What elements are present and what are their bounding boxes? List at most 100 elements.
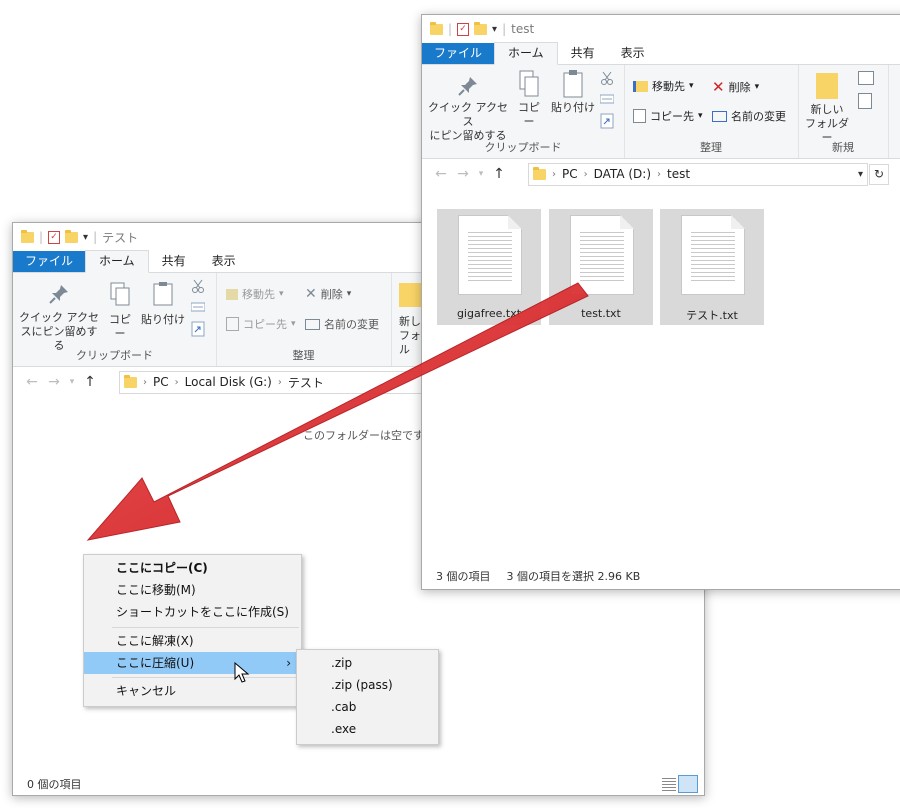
properties-check-icon[interactable]: ✓ — [48, 230, 61, 244]
properties-check-icon[interactable]: ✓ — [457, 22, 470, 36]
clipboard-group: クイック アクセスにピン留めする コピー 貼り付け クリップボード — [13, 273, 217, 366]
compress-submenu: .zip .zip (pass) .cab .exe — [296, 649, 439, 745]
status-bar: 3 個の項目 3 個の項目を選択 2.96 KB — [422, 565, 900, 587]
text-file-icon — [458, 215, 522, 295]
item-count: 0 個の項目 — [27, 778, 82, 791]
back-arrow-icon[interactable]: ← — [21, 374, 43, 390]
move-to-icon — [226, 288, 238, 300]
menu-move-here[interactable]: ここに移動(M) — [84, 579, 301, 601]
menu-compress-here[interactable]: ここに圧縮(U) › — [84, 652, 301, 674]
copy-to-button[interactable]: コピー先 ▾ — [633, 108, 703, 124]
move-to-button[interactable]: 移動先 ▾ — [633, 78, 694, 94]
tab-file[interactable]: ファイル — [13, 251, 86, 272]
paste-icon — [563, 70, 583, 98]
move-to-button[interactable]: 移動先 ▾ — [226, 286, 284, 302]
paste-button[interactable]: 貼り付け — [140, 281, 186, 327]
organize-group: 移動先 ▾ コピー先 ▾ ✕ 削除 ▾ 名前の変更 整理 — [216, 273, 392, 366]
submenu-zip-pass[interactable]: .zip (pass) — [297, 674, 438, 696]
forward-arrow-icon[interactable]: → — [452, 166, 474, 182]
breadcrumb-folder[interactable]: テスト — [288, 374, 324, 391]
copy-path-icon[interactable] — [599, 93, 615, 108]
cut-icon[interactable] — [600, 71, 614, 88]
delete-button[interactable]: ✕ 削除 ▾ — [712, 78, 759, 96]
new-folder-quick-icon[interactable] — [65, 229, 79, 243]
copy-to-button[interactable]: コピー先 ▾ — [226, 316, 296, 332]
quick-access-dropdown-icon[interactable]: ▾ — [492, 24, 497, 35]
file-item[interactable]: gigafree.txt — [437, 209, 541, 325]
file-item[interactable]: テスト.txt — [660, 209, 764, 325]
text-file-icon — [570, 215, 634, 295]
text-file-icon — [681, 215, 745, 295]
mouse-cursor-icon — [234, 662, 250, 683]
breadcrumb-pc[interactable]: PC — [562, 167, 578, 181]
new-folder-button[interactable]: 新しい フォルダー — [802, 73, 852, 145]
tab-home[interactable]: ホーム — [85, 250, 149, 273]
tab-view[interactable]: 表示 — [608, 43, 658, 64]
submenu-cab[interactable]: .cab — [297, 696, 438, 718]
menu-cancel[interactable]: キャンセル — [84, 680, 301, 702]
pin-quick-access-button[interactable]: クイック アクセス にピン留めする — [426, 75, 510, 143]
submenu-exe[interactable]: .exe — [297, 718, 438, 740]
address-dropdown-icon[interactable]: ▾ — [858, 169, 863, 180]
up-arrow-icon[interactable]: ↑ — [488, 166, 510, 182]
rename-button[interactable]: 名前の変更 — [305, 316, 379, 332]
copy-button[interactable]: コピー — [104, 281, 136, 341]
new-folder-quick-icon[interactable] — [474, 21, 488, 35]
delete-button[interactable]: ✕ 削除 ▾ — [305, 286, 351, 302]
copy-button[interactable]: コピー — [513, 69, 545, 129]
address-folder-icon — [533, 166, 546, 180]
tab-share[interactable]: 共有 — [149, 251, 199, 272]
copy-path-icon[interactable] — [190, 301, 206, 316]
up-arrow-icon[interactable]: ↑ — [79, 374, 101, 390]
move-to-icon — [633, 80, 648, 92]
menu-copy-here[interactable]: ここにコピー(C) — [84, 557, 301, 579]
paste-shortcut-icon[interactable] — [191, 321, 205, 340]
organize-group: 移動先 ▾ コピー先 ▾ ✕ 削除 ▾ 名前の変更 整理 — [624, 65, 799, 158]
submenu-zip[interactable]: .zip — [297, 652, 438, 674]
delete-icon: ✕ — [712, 78, 725, 96]
address-bar[interactable]: › PC › DATA (D:) › test ▾ — [528, 162, 868, 186]
tab-view[interactable]: 表示 — [199, 251, 249, 272]
pin-icon — [49, 285, 68, 304]
menu-create-shortcut[interactable]: ショートカットをここに作成(S) — [84, 601, 301, 623]
new-item-icon[interactable] — [858, 71, 874, 85]
breadcrumb-pc[interactable]: PC — [153, 375, 169, 389]
menu-extract-here[interactable]: ここに解凍(X) — [84, 630, 301, 652]
new-folder-icon — [816, 73, 838, 99]
recent-dropdown-icon[interactable]: ▾ — [65, 377, 79, 387]
pin-quick-access-button[interactable]: クイック アクセスにピン留めする — [19, 283, 99, 353]
rename-button[interactable]: 名前の変更 — [712, 108, 786, 124]
title-bar[interactable]: | ✓ ▾ | test — [422, 15, 900, 43]
back-arrow-icon[interactable]: ← — [430, 166, 452, 182]
ribbon-tabs: ファイル ホーム 共有 表示 — [422, 42, 900, 65]
menu-separator — [112, 627, 299, 628]
breadcrumb-folder[interactable]: test — [667, 167, 690, 181]
forward-arrow-icon[interactable]: → — [43, 374, 65, 390]
tab-home[interactable]: ホーム — [494, 42, 558, 65]
window-title: テスト — [102, 230, 139, 245]
explorer-window-source[interactable]: | ✓ ▾ | test ファイル ホーム 共有 表示 クイック アクセス にピ… — [421, 14, 900, 590]
quick-access-dropdown-icon[interactable]: ▾ — [83, 232, 88, 243]
rename-icon — [712, 110, 727, 122]
paste-icon — [153, 282, 173, 306]
status-bar: 0 個の項目 — [13, 773, 704, 795]
window-title: test — [511, 22, 535, 36]
file-item[interactable]: test.txt — [549, 209, 653, 325]
clipboard-group: クイック アクセス にピン留めする コピー 貼り付け クリップボード — [422, 65, 625, 158]
tab-share[interactable]: 共有 — [558, 43, 608, 64]
breadcrumb-drive[interactable]: DATA (D:) — [594, 167, 651, 181]
menu-separator — [112, 677, 299, 678]
easy-access-icon[interactable] — [858, 93, 872, 109]
rename-icon — [305, 318, 320, 330]
paste-button[interactable]: 貼り付け — [550, 69, 596, 115]
refresh-icon[interactable]: ↻ — [869, 164, 889, 185]
details-view-icon[interactable] — [662, 778, 676, 791]
large-icons-view-icon[interactable] — [678, 775, 698, 793]
cut-icon[interactable] — [191, 279, 205, 296]
recent-dropdown-icon[interactable]: ▾ — [474, 169, 488, 179]
empty-folder-text: このフォルダーは空です。 — [303, 429, 434, 442]
tab-file[interactable]: ファイル — [422, 43, 495, 64]
breadcrumb-drive[interactable]: Local Disk (G:) — [185, 375, 272, 389]
folder-icon — [430, 21, 443, 35]
paste-shortcut-icon[interactable] — [600, 113, 614, 132]
